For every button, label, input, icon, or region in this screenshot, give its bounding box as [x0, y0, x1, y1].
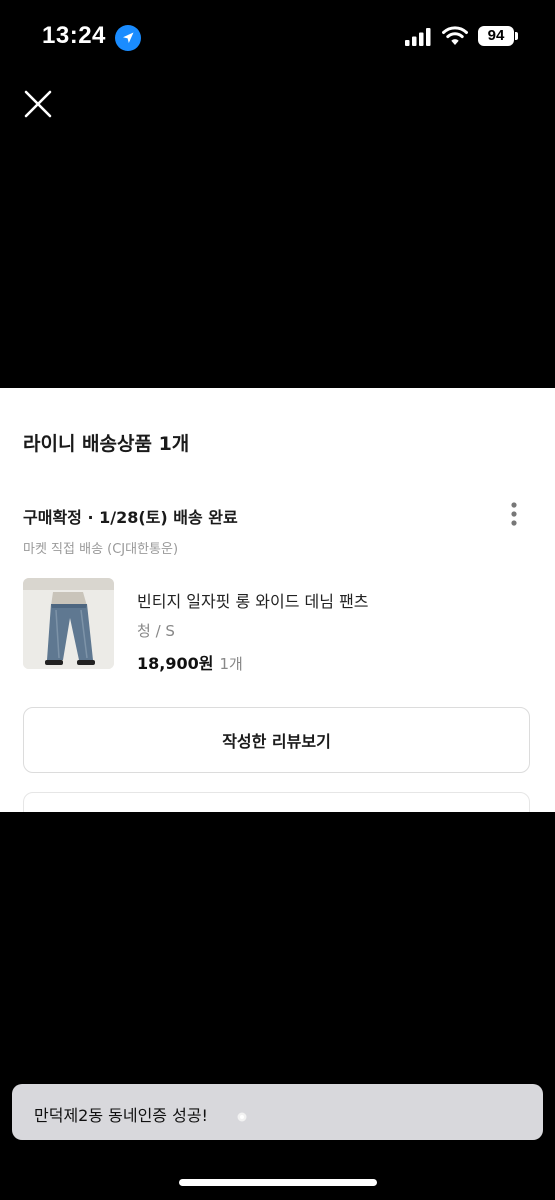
toast-message: 만덕제2동 동네인증 성공! [34, 1106, 208, 1125]
order-detail-sheet: 라이니 배송상품 1개 구매확정 · 1/28(토) 배송 완료 마켓 직접 배… [0, 388, 555, 812]
status-bar: 13:24 94 [0, 0, 555, 76]
status-time: 13:24 [42, 22, 106, 49]
cellular-signal-icon [405, 28, 431, 46]
product-quantity: 1개 [219, 655, 243, 673]
battery-tip [515, 32, 518, 40]
more-vertical-icon [511, 502, 517, 526]
product-price-row: 18,900원 1개 [137, 650, 243, 674]
order-status: 구매확정 · 1/28(토) 배송 완료 [23, 508, 238, 527]
view-written-review-button[interactable]: 작성한 리뷰보기 [23, 707, 530, 773]
loading-spinner-icon [236, 1108, 248, 1122]
close-icon [24, 90, 52, 118]
product-name[interactable]: 빈티지 일자핏 롱 와이드 데님 팬츠 [137, 588, 369, 612]
product-price: 18,900원 [137, 654, 214, 673]
next-action-box [23, 792, 530, 812]
sheet-title: 라이니 배송상품 1개 [23, 433, 190, 455]
toast-notification: 만덕제2동 동네인증 성공! [12, 1084, 543, 1140]
product-option: 청 / S [137, 622, 175, 640]
wifi-icon [442, 26, 468, 46]
close-button[interactable] [22, 88, 54, 120]
battery-level: 94 [478, 26, 514, 46]
shipping-method: 마켓 직접 배송 (CJ대한통운) [23, 542, 179, 557]
home-indicator[interactable] [179, 1179, 377, 1186]
location-arrow-icon [115, 25, 141, 51]
more-options-button[interactable] [502, 500, 526, 530]
product-thumbnail[interactable] [23, 578, 114, 669]
